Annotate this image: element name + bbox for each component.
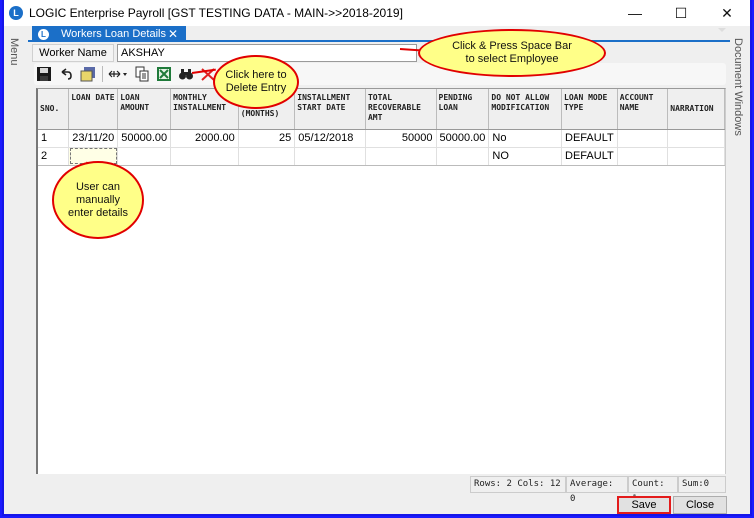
col-header-loan-amount[interactable]: LOAN AMOUNT: [117, 89, 172, 130]
side-menu-panel[interactable]: Menu: [4, 26, 28, 486]
toolbar-separator: [102, 66, 103, 82]
table-row[interactable]: 1 23/11/20 50000.00 2000.00 25 05/12/201…: [38, 129, 725, 148]
table-row[interactable]: 2 NO DEFAULT: [38, 147, 725, 166]
callout-delete-entry-text: Click here to Delete Entry: [225, 69, 287, 94]
document-windows-label[interactable]: Document Windows: [732, 38, 744, 136]
title-bar: L LOGIC Enterprise Payroll [GST TESTING …: [4, 0, 750, 26]
cell-no-modification[interactable]: No: [488, 129, 563, 148]
tab-dropdown-icon[interactable]: [718, 28, 726, 32]
cell-mode-type[interactable]: DEFAULT: [561, 147, 618, 166]
cell-sno[interactable]: 1: [38, 129, 70, 148]
col-header-loan-mode-type[interactable]: LOAN MODE TYPE: [561, 89, 618, 130]
table-header-row: SNO. LOAN DATE LOAN AMOUNT MONTHLY INSTA…: [38, 89, 725, 130]
grid-toolbar: [34, 63, 726, 85]
callout-select-employee: Click & Press Space Bar to select Employ…: [418, 29, 606, 77]
cell-monthly-installment[interactable]: 2000.00: [170, 129, 239, 148]
cell-start-date[interactable]: [294, 147, 366, 166]
cell-account-name[interactable]: [617, 147, 669, 166]
status-rows-cols: Rows: 2 Cols: 12: [470, 476, 566, 493]
save-icon[interactable]: [36, 66, 52, 82]
tab-close-icon[interactable]: ✕: [168, 26, 178, 42]
tab-logo-icon: L: [38, 28, 49, 40]
tab-strip: L Workers Loan Details ✕: [28, 26, 730, 42]
side-menu-label[interactable]: Menu: [8, 38, 20, 66]
worker-name-row: Worker Name AKSHAY: [32, 44, 417, 62]
cell-loan-date[interactable]: 23/11/20: [68, 129, 119, 148]
callout-manual-entry-text: User can manually enter details: [68, 180, 128, 219]
form-icon[interactable]: [80, 66, 96, 82]
col-header-no-modification[interactable]: DO NOT ALLOW MODIFICATION: [488, 89, 563, 130]
close-button[interactable]: Close: [673, 496, 727, 514]
cell-narration[interactable]: [667, 147, 725, 166]
col-header-pending-loan[interactable]: PENDING LOAN: [436, 89, 490, 130]
tab-label[interactable]: Workers Loan Details: [61, 28, 166, 40]
cell-start-date[interactable]: 05/12/2018: [294, 129, 366, 148]
cell-pending-loan[interactable]: [436, 147, 490, 166]
callout-manual-entry: User can manually enter details: [52, 161, 144, 239]
minimize-button[interactable]: —: [612, 0, 658, 26]
copy-icon[interactable]: [134, 66, 150, 82]
document-windows-panel[interactable]: Document Windows: [728, 26, 750, 486]
cell-sno[interactable]: 2: [38, 147, 70, 166]
window-title: LOGIC Enterprise Payroll [GST TESTING DA…: [29, 6, 403, 20]
status-sum: Sum:0: [678, 476, 726, 493]
cell-narration[interactable]: [667, 129, 725, 148]
cell-months[interactable]: 25: [238, 129, 296, 148]
col-header-installment-start-date[interactable]: INSTALLMENT START DATE: [294, 89, 366, 130]
col-header-loan-date[interactable]: LOAN DATE: [68, 89, 119, 130]
tab-workers-loan-details[interactable]: L Workers Loan Details ✕: [32, 26, 186, 42]
worker-name-label: Worker Name: [32, 44, 114, 62]
status-average: Average: 0: [566, 476, 628, 504]
app-logo-icon: L: [9, 6, 23, 20]
undo-icon[interactable]: [58, 66, 74, 82]
loan-details-grid[interactable]: SNO. LOAN DATE LOAN AMOUNT MONTHLY INSTA…: [36, 88, 726, 474]
cell-no-modification[interactable]: NO: [488, 147, 563, 166]
cell-total-recoverable[interactable]: [365, 147, 437, 166]
cell-loan-amount[interactable]: 50000.00: [117, 129, 172, 148]
close-window-button[interactable]: ✕: [704, 0, 750, 26]
maximize-button[interactable]: ☐: [658, 0, 704, 26]
app-window: L LOGIC Enterprise Payroll [GST TESTING …: [2, 0, 752, 516]
col-header-account-name[interactable]: ACCOUNT NAME: [617, 89, 669, 130]
cell-mode-type[interactable]: DEFAULT: [561, 129, 618, 148]
grid-rows-divider: [38, 165, 725, 166]
cell-total-recoverable[interactable]: 50000: [365, 129, 437, 148]
cell-account-name[interactable]: [617, 129, 669, 148]
cell-monthly-installment[interactable]: [170, 147, 239, 166]
col-header-sno[interactable]: SNO.: [38, 89, 70, 130]
cell-loan-amount[interactable]: [117, 147, 172, 166]
excel-icon[interactable]: [156, 66, 172, 82]
status-count: Count: 1: [628, 476, 678, 504]
col-header-narration[interactable]: NARRATION: [667, 89, 725, 130]
loan-table: SNO. LOAN DATE LOAN AMOUNT MONTHLY INSTA…: [38, 89, 725, 166]
cell-pending-loan[interactable]: 50000.00: [436, 129, 490, 148]
callout-select-employee-text: Click & Press Space Bar to select Employ…: [452, 40, 572, 65]
column-width-icon[interactable]: [108, 66, 128, 82]
callout-delete-entry: Click here to Delete Entry: [213, 55, 299, 109]
save-button[interactable]: Save: [617, 496, 671, 514]
cell-months[interactable]: [238, 147, 296, 166]
col-header-total-recoverable[interactable]: TOTAL RECOVERABLE AMT: [365, 89, 437, 130]
